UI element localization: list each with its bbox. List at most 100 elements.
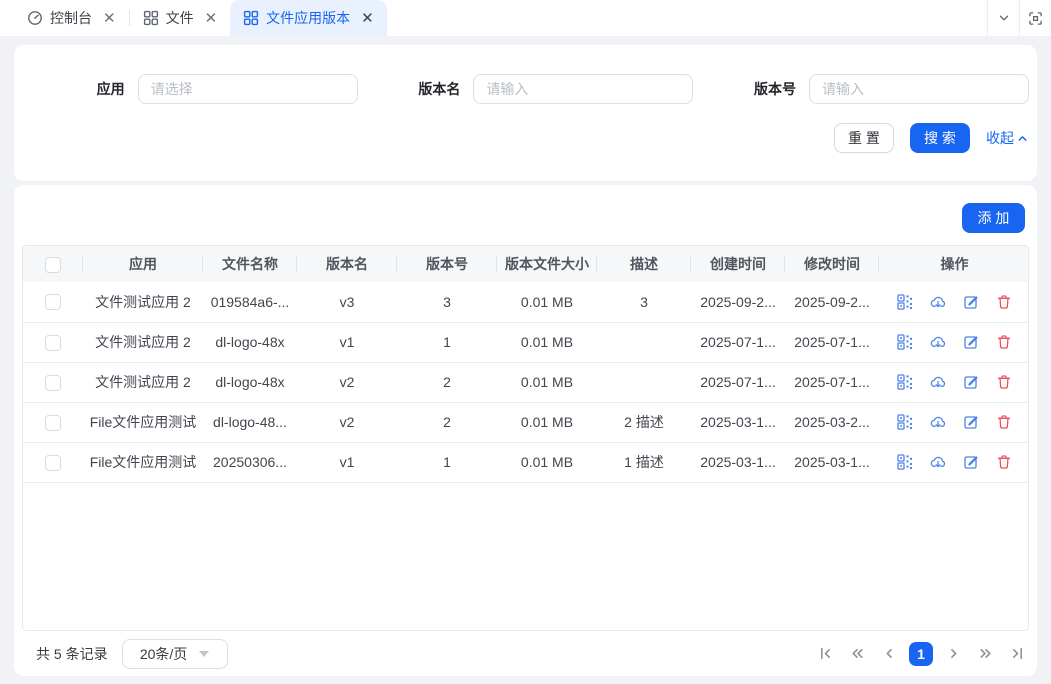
table-footer: 共 5 条记录 20条/页 1 (14, 631, 1037, 676)
table-row: 文件测试应用 2 dl-logo-48x v2 2 0.01 MB 2025-0… (23, 362, 1029, 402)
cell-modified: 2025-07-1... (785, 322, 879, 362)
column-header-file-size: 版本文件大小 (497, 246, 597, 282)
download-icon[interactable] (930, 374, 946, 390)
cell-version-name: v2 (297, 362, 397, 402)
download-icon[interactable] (930, 454, 946, 470)
next-page-button[interactable] (941, 642, 965, 666)
download-icon[interactable] (930, 414, 946, 430)
cell-version-number: 2 (397, 402, 497, 442)
cell-file-size: 0.01 MB (497, 402, 597, 442)
first-page-button[interactable] (813, 642, 837, 666)
cell-actions (879, 282, 1029, 322)
edit-icon[interactable] (963, 454, 979, 470)
search-form-row: 应用 版本名 版本号 (14, 45, 1037, 104)
tab-file-app-version[interactable]: 文件应用版本 ✕ (230, 0, 387, 36)
add-button[interactable]: 添 加 (962, 203, 1025, 233)
column-header-description: 描述 (597, 246, 691, 282)
app-grid-icon (143, 10, 159, 26)
tab-list-dropdown-button[interactable] (987, 0, 1019, 36)
select-all-checkbox[interactable] (45, 257, 61, 273)
qrcode-icon[interactable] (897, 334, 913, 350)
tab-bar: 控制台 ✕ 文件 ✕ 文件应用版本 ✕ (0, 0, 1051, 36)
row-checkbox[interactable] (45, 455, 61, 471)
page-size-value: 20条/页 (140, 644, 187, 664)
caret-down-icon (199, 651, 209, 657)
delete-icon[interactable] (996, 414, 1012, 430)
download-icon[interactable] (930, 294, 946, 310)
delete-icon[interactable] (996, 334, 1012, 350)
edit-icon[interactable] (963, 334, 979, 350)
delete-icon[interactable] (996, 294, 1012, 310)
row-checkbox-cell (23, 442, 83, 482)
row-checkbox-cell (23, 362, 83, 402)
table-row: 文件测试应用 2 dl-logo-48x v1 1 0.01 MB 2025-0… (23, 322, 1029, 362)
version-name-input[interactable] (473, 74, 693, 104)
edit-icon[interactable] (963, 294, 979, 310)
current-page-button[interactable]: 1 (909, 642, 933, 666)
cell-file-size: 0.01 MB (497, 442, 597, 482)
qrcode-icon[interactable] (897, 294, 913, 310)
download-icon[interactable] (930, 334, 946, 350)
dashboard-icon (27, 10, 43, 26)
tab-console[interactable]: 控制台 ✕ (14, 0, 129, 36)
cell-file-name: dl-logo-48x (203, 322, 297, 362)
close-icon[interactable]: ✕ (361, 11, 374, 26)
cell-created: 2025-09-2... (691, 282, 785, 322)
search-actions-row: 重 置 搜 索 收起 (14, 104, 1037, 153)
cell-created: 2025-03-1... (691, 402, 785, 442)
cell-actions (879, 402, 1029, 442)
row-checkbox[interactable] (45, 375, 61, 391)
tab-files[interactable]: 文件 ✕ (130, 0, 231, 36)
tab-label: 控制台 (50, 8, 92, 28)
version-name-label: 版本名 (418, 79, 460, 99)
column-header-actions: 操作 (879, 246, 1029, 282)
edit-icon[interactable] (963, 374, 979, 390)
cell-actions (879, 322, 1029, 362)
fullscreen-button[interactable] (1019, 0, 1051, 36)
cell-file-size: 0.01 MB (497, 282, 597, 322)
row-checkbox[interactable] (45, 415, 61, 431)
table-row: File文件应用测试 20250306... v1 1 0.01 MB 1 描述… (23, 442, 1029, 482)
cell-description (597, 322, 691, 362)
cell-app: 文件测试应用 2 (83, 282, 203, 322)
last-page-button[interactable] (1005, 642, 1029, 666)
app-select[interactable] (138, 74, 358, 104)
jump-prev-button[interactable] (845, 642, 869, 666)
edit-icon[interactable] (963, 414, 979, 430)
cell-modified: 2025-07-1... (785, 362, 879, 402)
jump-next-button[interactable] (973, 642, 997, 666)
prev-page-button[interactable] (877, 642, 901, 666)
qrcode-icon[interactable] (897, 414, 913, 430)
version-number-input[interactable] (809, 74, 1029, 104)
collapse-link[interactable]: 收起 (986, 128, 1029, 148)
delete-icon[interactable] (996, 374, 1012, 390)
reset-button[interactable]: 重 置 (834, 123, 894, 153)
table-row: 文件测试应用 2 019584a6-... v3 3 0.01 MB 3 202… (23, 282, 1029, 322)
qrcode-icon[interactable] (897, 374, 913, 390)
close-icon[interactable]: ✕ (103, 11, 116, 26)
tab-label: 文件 (166, 8, 194, 28)
page-size-select[interactable]: 20条/页 (122, 639, 228, 669)
cell-created: 2025-03-1... (691, 442, 785, 482)
column-header-modified: 修改时间 (785, 246, 879, 282)
row-checkbox[interactable] (45, 335, 61, 351)
qrcode-icon[interactable] (897, 454, 913, 470)
cell-app: 文件测试应用 2 (83, 322, 203, 362)
cell-app: File文件应用测试 (83, 402, 203, 442)
column-header-file-name: 文件名称 (203, 246, 297, 282)
chevron-down-icon (997, 11, 1011, 25)
search-panel: 应用 版本名 版本号 重 置 搜 索 收起 (14, 45, 1037, 181)
tab-label: 文件应用版本 (266, 8, 350, 28)
cell-version-number: 1 (397, 442, 497, 482)
app-field-label: 应用 (97, 79, 125, 99)
version-number-label: 版本号 (754, 79, 796, 99)
cell-version-number: 3 (397, 282, 497, 322)
row-checkbox[interactable] (45, 294, 61, 310)
column-header-version-name: 版本名 (297, 246, 397, 282)
chevron-up-icon (1016, 132, 1029, 145)
delete-icon[interactable] (996, 454, 1012, 470)
search-button[interactable]: 搜 索 (910, 123, 970, 153)
close-icon[interactable]: ✕ (205, 11, 218, 26)
column-header-version-number: 版本号 (397, 246, 497, 282)
pagination: 1 (813, 642, 1029, 666)
